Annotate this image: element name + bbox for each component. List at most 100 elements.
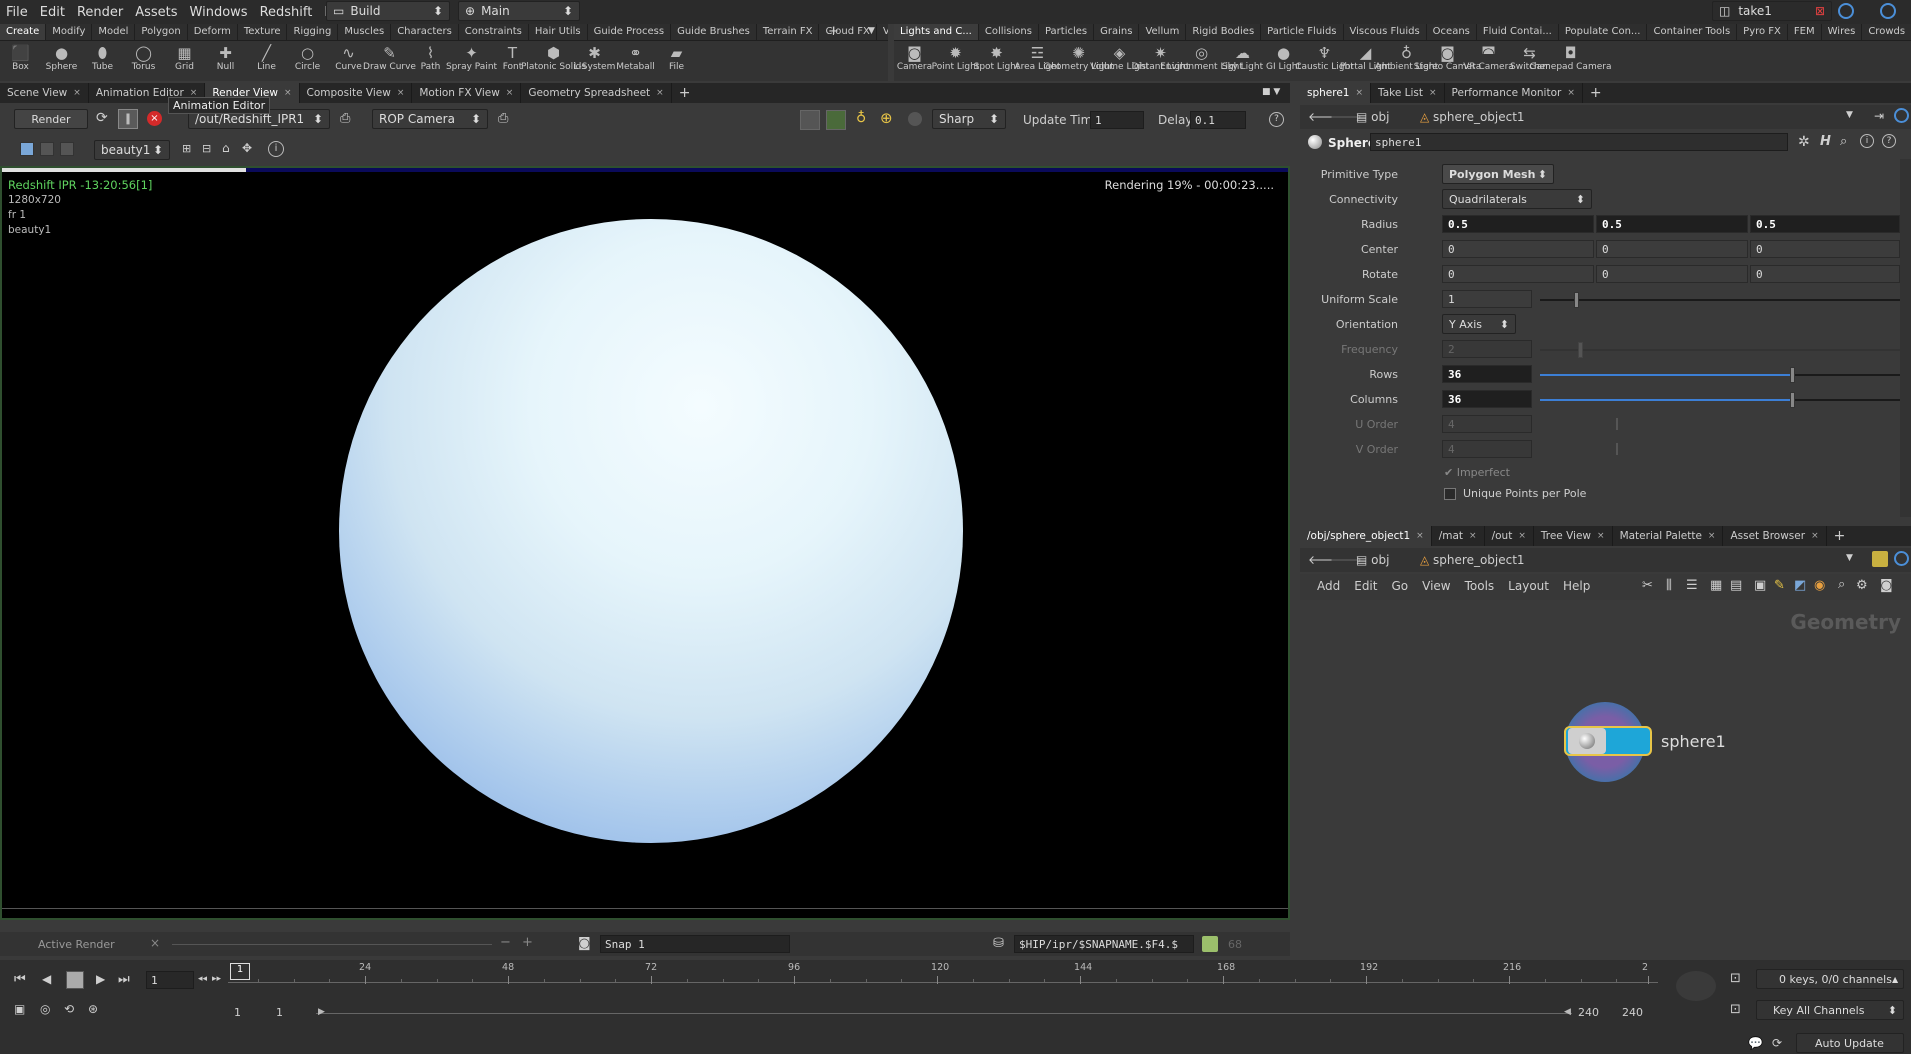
fit-icon[interactable]: ✥ (242, 141, 252, 155)
zoom-icon[interactable]: ⊕ (880, 109, 893, 127)
path-dropdown-icon[interactable]: ▼ (1846, 110, 1853, 120)
shelf-right-tool-ambient-light[interactable]: ♁ Ambient Light (1375, 41, 1438, 81)
shelf-right-tab[interactable]: Populate Con... (1559, 24, 1648, 40)
color-channel-icon[interactable] (20, 142, 34, 156)
shelf-left-tab[interactable]: Guide Process (588, 24, 672, 40)
pane-tab[interactable]: /out × (1485, 526, 1534, 546)
u-order-slider[interactable] (1616, 418, 1618, 430)
realtime-toggle-icon[interactable]: ▣ (14, 1002, 25, 1016)
pane-menu-icon[interactable]: ■ ▼ (1262, 87, 1280, 97)
render-view[interactable]: Redshift IPR -13:20:56[1] 1280x720 fr 1 … (0, 166, 1290, 920)
network-menu-add[interactable]: Add (1310, 579, 1347, 593)
search-icon[interactable]: ⌕ (1838, 577, 1845, 592)
snap-name-field[interactable]: Snap 1 (600, 935, 790, 953)
shelf-right-tab[interactable]: Rigid Bodies (1186, 24, 1262, 40)
network-menu-help[interactable]: Help (1556, 579, 1597, 593)
pane-tab[interactable]: /mat × (1432, 526, 1485, 546)
pane-tab[interactable]: Performance Monitor × (1445, 83, 1583, 103)
pane-tab[interactable]: Geometry Spreadsheet × (521, 83, 672, 103)
filter-dropdown[interactable]: Sharp ⬍ (932, 109, 1006, 129)
shelf-right-tool-caustic-light[interactable]: ♆ Caustic Light (1295, 41, 1354, 81)
close-tab-icon[interactable]: × (1416, 531, 1424, 541)
add-params-tab-icon[interactable]: + (1583, 83, 1609, 103)
remove-snapshot-icon[interactable]: − (500, 935, 511, 950)
home-icon[interactable]: ⌂ (222, 141, 230, 155)
delay-field[interactable]: 0.1 (1190, 111, 1246, 129)
current-frame-field[interactable]: 1 (146, 971, 194, 989)
shelf-left-tool-l-system[interactable]: ✱ L-System (574, 41, 616, 81)
menu-assets[interactable]: Assets (129, 5, 183, 20)
snapshot-path-field[interactable]: $HIP/ipr/$SNAPNAME.$F4.$ (1014, 935, 1194, 953)
menu-render[interactable]: Render (71, 5, 129, 20)
shelf-right-tab[interactable]: Crowds (1862, 24, 1911, 40)
shelf-right-tab[interactable]: Lights and C... (894, 24, 979, 40)
next-key-icon[interactable]: ▸▸ (212, 974, 221, 984)
shelf-left-tab[interactable]: Volume (877, 24, 888, 40)
range-start-field[interactable]: 1 (234, 1006, 241, 1019)
shelf-right-tool-distant-light[interactable]: ✷ Distant Light (1132, 41, 1190, 81)
menu-redshift[interactable]: Redshift (254, 5, 319, 20)
add-shelf-tab-icon[interactable]: + (828, 24, 839, 39)
align-icon[interactable]: ⫼ (1666, 578, 1672, 593)
audio-scrub-icon[interactable] (1676, 971, 1716, 1001)
shelf-menu-arrow-icon[interactable]: ▼ (868, 26, 875, 36)
refresh-icon[interactable]: ⟳ (1772, 1036, 1782, 1050)
shelf-right-tool-sky-light[interactable]: ☁ Sky Light (1222, 41, 1263, 81)
snapshot-dot-icon[interactable] (908, 112, 922, 126)
shelf-left-tool-metaball[interactable]: ⚭ Metaball (615, 41, 656, 81)
gear-icon[interactable]: ✲ (1798, 134, 1810, 150)
shelf-left-tab[interactable]: Constraints (459, 24, 529, 40)
stop-render-icon[interactable]: × (147, 111, 162, 126)
shelf-right-tool-portal-light[interactable]: ◢ Portal Light (1340, 41, 1391, 81)
close-tab-icon[interactable]: × (1469, 531, 1477, 541)
link-icon[interactable] (1894, 108, 1909, 123)
update-time-field[interactable]: 1 (1090, 111, 1144, 129)
help-icon[interactable]: ? (1269, 112, 1284, 127)
shelf-right-tool-volume-light[interactable]: ◈ Volume Light (1090, 41, 1149, 81)
shelf-right-tool-environment-light[interactable]: ◎ Environment Light (1160, 41, 1243, 81)
shelf-right-tab[interactable]: Particles (1039, 24, 1095, 40)
desktop-dropdown[interactable]: ▭ Build ⬍ (326, 1, 450, 21)
center-z-field[interactable]: 0 (1750, 240, 1900, 258)
disk-icon[interactable] (1202, 936, 1218, 952)
radius-y-field[interactable]: 0.5 (1596, 215, 1748, 233)
shelf-left-tab[interactable]: Hair Utils (529, 24, 588, 40)
shelf-left-tool-null[interactable]: ✚ Null (205, 41, 246, 81)
close-tab-icon[interactable]: × (284, 88, 292, 98)
shelf-left-tab[interactable]: Modify (46, 24, 93, 40)
help-circle-icon[interactable] (1838, 3, 1854, 19)
menu-windows[interactable]: Windows (184, 5, 254, 20)
tools-icon[interactable]: ✂ (1642, 578, 1653, 593)
shelf-right-tab[interactable]: Fluid Contai... (1477, 24, 1559, 40)
close-tab-icon[interactable]: × (1355, 88, 1363, 98)
network-menu-go[interactable]: Go (1384, 579, 1415, 593)
uniform-scale-field[interactable]: 1 (1442, 290, 1532, 308)
network-menu-layout[interactable]: Layout (1501, 579, 1556, 593)
network-menu-view[interactable]: View (1415, 579, 1457, 593)
preview-icon[interactable] (826, 110, 846, 130)
sphere-node[interactable] (1564, 726, 1652, 756)
pane-tab[interactable]: Take List × (1371, 83, 1445, 103)
pause-icon[interactable]: ∥ (118, 109, 138, 129)
zoom-out-icon[interactable]: ⊟ (202, 142, 211, 155)
refresh-icon[interactable]: ⟳ (96, 110, 108, 126)
shelf-left-tab[interactable]: Polygon (135, 24, 188, 40)
close-tab-icon[interactable]: × (1811, 531, 1819, 541)
image-icon[interactable]: ◩ (1794, 578, 1806, 593)
playhead[interactable]: 1 (230, 963, 250, 980)
update-indicator-icon[interactable] (1880, 3, 1896, 19)
pane-tab[interactable]: /obj/sphere_object1 × (1300, 526, 1432, 546)
key-channels-icon[interactable]: ⊡ (1730, 971, 1741, 986)
shelf-left-tool-tube[interactable]: ⬮ Tube (82, 41, 123, 81)
shelf-left-tool-platonic-solids[interactable]: ⬢ Platonic Solids (521, 41, 586, 81)
shelf-right-tool-area-light[interactable]: ☲ Area Light (1014, 41, 1060, 81)
bundle-icon[interactable]: ◉ (1814, 578, 1825, 593)
aov-dropdown[interactable]: beauty1 ⬍ (94, 140, 170, 160)
rop-select-icon[interactable]: ⎙ (340, 111, 350, 126)
close-tab-icon[interactable]: × (506, 88, 514, 98)
shelf-right-tab[interactable]: Oceans (1427, 24, 1477, 40)
shelf-left-tab[interactable]: Terrain FX (757, 24, 820, 40)
auto-update-dropdown[interactable]: Auto Update (1796, 1033, 1904, 1053)
frequency-field[interactable]: 2 (1442, 340, 1532, 358)
pane-tab[interactable]: Tree View × (1534, 526, 1613, 546)
